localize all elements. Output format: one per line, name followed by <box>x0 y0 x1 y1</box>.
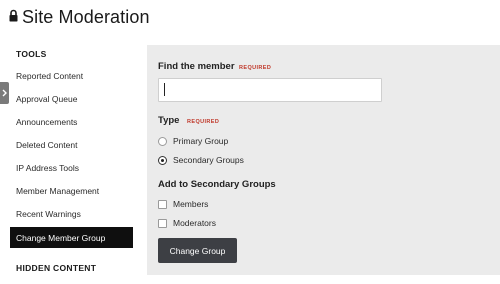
radio-secondary-groups[interactable]: Secondary Groups <box>158 153 244 167</box>
sidebar-item-change-member-group[interactable]: Change Member Group <box>10 227 133 248</box>
sidebar-toggle-button[interactable] <box>0 82 9 104</box>
page-title: Site Moderation <box>22 6 150 27</box>
member-search-input[interactable] <box>158 78 382 102</box>
sidebar-item-approval-queue[interactable]: Approval Queue <box>10 88 133 109</box>
sidebar-heading-tools: TOOLS <box>16 49 47 59</box>
lock-icon <box>8 7 22 27</box>
text-caret <box>164 83 165 96</box>
radio-unchecked-icon[interactable] <box>158 136 167 146</box>
change-member-group-form: Find the member REQUIRED Type REQUIRED P… <box>147 45 500 275</box>
radio-primary-group[interactable]: Primary Group <box>158 134 228 148</box>
sidebar-item-deleted-content[interactable]: Deleted Content <box>10 134 133 155</box>
checkbox-icon[interactable] <box>158 199 167 209</box>
sidebar-item-member-management[interactable]: Member Management <box>10 180 133 201</box>
checkbox-members-label: Members <box>173 199 209 209</box>
radio-secondary-groups-label: Secondary Groups <box>173 155 244 165</box>
required-tag-member: REQUIRED <box>239 65 272 71</box>
sidebar-item-ip-address-tools[interactable]: IP Address Tools <box>10 157 133 178</box>
type-label: Type <box>158 115 180 126</box>
checkbox-members[interactable]: Members <box>158 197 208 211</box>
sidebar-heading-hidden-content: HIDDEN CONTENT <box>16 263 97 273</box>
checkbox-icon[interactable] <box>158 218 167 228</box>
sidebar-item-recent-warnings[interactable]: Recent Warnings <box>10 203 133 224</box>
sidebar-item-reported-content[interactable]: Reported Content <box>10 65 133 86</box>
chevron-right-icon <box>2 89 7 97</box>
radio-checked-icon[interactable] <box>158 155 167 165</box>
checkbox-moderators-label: Moderators <box>173 218 216 228</box>
sidebar-item-announcements[interactable]: Announcements <box>10 111 133 132</box>
find-member-label: Find the member <box>158 61 235 72</box>
radio-primary-group-label: Primary Group <box>173 136 229 146</box>
required-tag-type: REQUIRED <box>187 119 220 125</box>
page-header: Site Moderation <box>8 6 150 28</box>
change-group-button[interactable]: Change Group <box>158 238 237 263</box>
checkbox-moderators[interactable]: Moderators <box>158 216 216 230</box>
add-secondary-groups-label: Add to Secondary Groups <box>158 179 276 190</box>
